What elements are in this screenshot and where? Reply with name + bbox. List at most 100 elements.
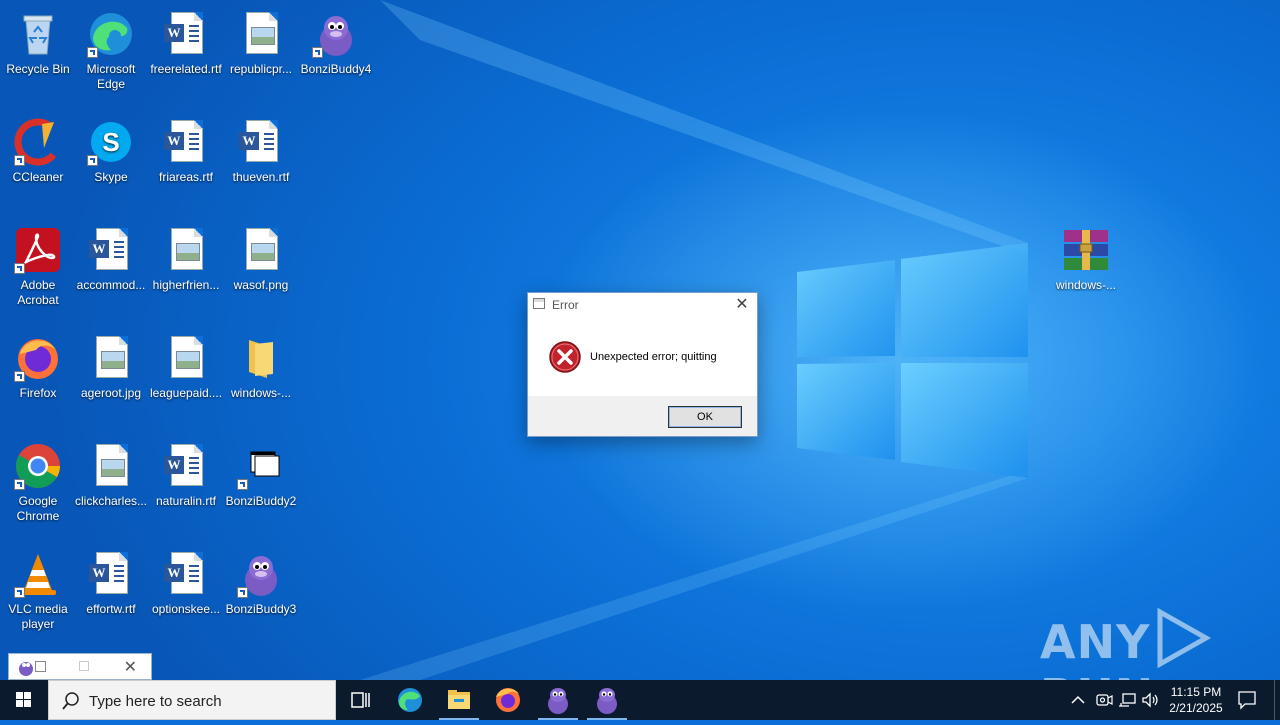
desktop-icon-optionskee[interactable]: W optionskee... <box>148 544 224 648</box>
desktop-icon-adobe-acrobat[interactable]: Adobe Acrobat <box>0 220 76 324</box>
shortcut-arrow-icon <box>312 47 323 58</box>
show-desktop-button[interactable] <box>1274 680 1280 720</box>
desktop-icon-thueven[interactable]: W thueven.rtf <box>223 112 299 216</box>
icon-label: BonziBuddy3 <box>225 602 297 616</box>
icon-label: thueven.rtf <box>232 170 290 184</box>
taskbar-edge[interactable] <box>386 680 434 720</box>
desktop-icon-windows-folder[interactable]: windows-... <box>223 328 299 432</box>
icon-label: leaguepaid.... <box>149 386 223 400</box>
shortcut-arrow-icon <box>237 587 248 598</box>
icon-label: accommod... <box>76 278 146 292</box>
desktop-icon-recycle-bin[interactable]: Recycle Bin <box>0 4 76 108</box>
taskbar: Type here to search 11:15 PM 2/21/2025 <box>0 680 1280 720</box>
tray-volume[interactable] <box>1140 690 1160 715</box>
tray-network[interactable] <box>1117 690 1137 715</box>
icon-label: wasof.png <box>233 278 289 292</box>
firefox-icon <box>14 334 62 382</box>
icon-label: clickcharles... <box>74 494 148 508</box>
image-file-icon <box>87 442 135 490</box>
taskbar-clock[interactable]: 11:15 PM 2/21/2025 <box>1160 684 1232 716</box>
icon-label: windows-... <box>230 386 292 400</box>
desktop-icon-naturalin[interactable]: W naturalin.rtf <box>148 436 224 540</box>
word-document-icon: W <box>162 10 210 58</box>
desktop-icon-bonzibuddy3[interactable]: BonziBuddy3 <box>223 544 299 648</box>
bonzibuddy-icon <box>548 688 568 714</box>
desktop-icon-bonzibuddy2[interactable]: BonziBuddy2 <box>223 436 299 540</box>
camera-icon <box>1096 694 1113 706</box>
desktop-icon-higherfrien[interactable]: higherfrien... <box>148 220 224 324</box>
word-document-icon: W <box>162 550 210 598</box>
desktop-icon-google-chrome[interactable]: Google Chrome <box>0 436 76 540</box>
image-file-icon <box>162 226 210 274</box>
shortcut-arrow-icon <box>14 479 25 490</box>
skype-icon: S <box>87 118 135 166</box>
taskbar-firefox[interactable] <box>484 680 532 720</box>
desktop: Recycle Bin CCleaner Adobe Acrobat Firef… <box>0 0 1280 680</box>
file-explorer-icon <box>448 690 470 709</box>
desktop-icon-clickcharles[interactable]: clickcharles... <box>73 436 149 540</box>
tray-meet-now[interactable] <box>1094 690 1114 715</box>
task-view-icon <box>351 692 370 708</box>
bonzibuddy-icon <box>312 10 360 58</box>
desktop-icon-ageroot[interactable]: ageroot.jpg <box>73 328 149 432</box>
close-icon[interactable]: ✕ <box>124 657 137 677</box>
icon-label: Google Chrome <box>16 494 60 523</box>
blank-window-icon <box>237 442 285 490</box>
word-document-icon: W <box>237 118 285 166</box>
desktop-icon-microsoft-edge[interactable]: Microsoft Edge <box>73 4 149 108</box>
anyrun-watermark: ANYRUN <box>1040 607 1280 680</box>
desktop-icon-bonzibuddy4[interactable]: BonziBuddy4 <box>298 4 374 108</box>
shortcut-arrow-icon <box>87 155 98 166</box>
icon-label: BonziBuddy4 <box>300 62 372 76</box>
close-button[interactable]: ✕ <box>731 295 753 315</box>
search-placeholder: Type here to search <box>89 693 222 710</box>
error-message: Unexpected error; quitting <box>590 351 717 363</box>
desktop-icon-republicpr[interactable]: republicpr... <box>223 4 299 108</box>
desktop-icon-skype[interactable]: S Skype <box>73 112 149 216</box>
bonzibuddy-mini-window[interactable]: ✕ <box>8 653 152 680</box>
search-box[interactable]: Type here to search <box>48 680 336 720</box>
volume-icon <box>1142 692 1158 708</box>
clock-date: 2/21/2025 <box>1169 701 1223 715</box>
word-document-icon: W <box>162 118 210 166</box>
word-document-icon: W <box>87 226 135 274</box>
desktop-icon-friareas[interactable]: W friareas.rtf <box>148 112 224 216</box>
desktop-icon-ccleaner[interactable]: CCleaner <box>0 112 76 216</box>
vlc-icon <box>14 550 62 598</box>
icon-label: optionskee... <box>151 602 221 616</box>
ok-button[interactable]: OK <box>668 406 742 428</box>
desktop-icon-vlc[interactable]: VLC media player <box>0 544 76 648</box>
error-dialog: Error ✕ Unexpected error; quitting OK <box>527 292 758 437</box>
icon-label: VLC media player <box>8 602 68 631</box>
chrome-icon <box>14 442 62 490</box>
play-logo-icon <box>1157 607 1212 669</box>
desktop-icon-windows-rar[interactable]: windows-... <box>1048 220 1124 324</box>
app-window-icon <box>533 298 545 309</box>
desktop-icon-leaguepaid[interactable]: leaguepaid.... <box>148 328 224 432</box>
desktop-icon-freerelated[interactable]: W freerelated.rtf <box>148 4 224 108</box>
desktop-icon-accommod[interactable]: W accommod... <box>73 220 149 324</box>
action-center-button[interactable] <box>1236 689 1258 716</box>
icon-label: Recycle Bin <box>6 62 70 76</box>
recycle-bin-icon <box>14 10 62 58</box>
desktop-icon-firefox[interactable]: Firefox <box>0 328 76 432</box>
bonzibuddy-icon <box>17 658 35 680</box>
word-document-icon: W <box>87 550 135 598</box>
icon-label: Adobe Acrobat <box>17 278 59 307</box>
start-button[interactable] <box>0 680 48 720</box>
task-view-button[interactable] <box>336 680 384 720</box>
image-file-icon <box>162 334 210 382</box>
restore-icon[interactable] <box>35 661 46 672</box>
desktop-icon-effortw[interactable]: W effortw.rtf <box>73 544 149 648</box>
taskbar-file-explorer[interactable] <box>435 680 483 720</box>
taskbar-bonzibuddy-2[interactable] <box>583 680 631 720</box>
icon-label: Microsoft Edge <box>86 62 136 91</box>
acrobat-icon <box>14 226 62 274</box>
image-file-icon <box>237 10 285 58</box>
show-hidden-icons-button[interactable] <box>1068 690 1088 715</box>
dialog-titlebar[interactable]: Error ✕ <box>528 293 757 316</box>
icon-label: freerelated.rtf <box>150 62 222 76</box>
taskbar-bonzibuddy-1[interactable] <box>534 680 582 720</box>
icon-label: ageroot.jpg <box>80 386 142 400</box>
desktop-icon-wasof[interactable]: wasof.png <box>223 220 299 324</box>
